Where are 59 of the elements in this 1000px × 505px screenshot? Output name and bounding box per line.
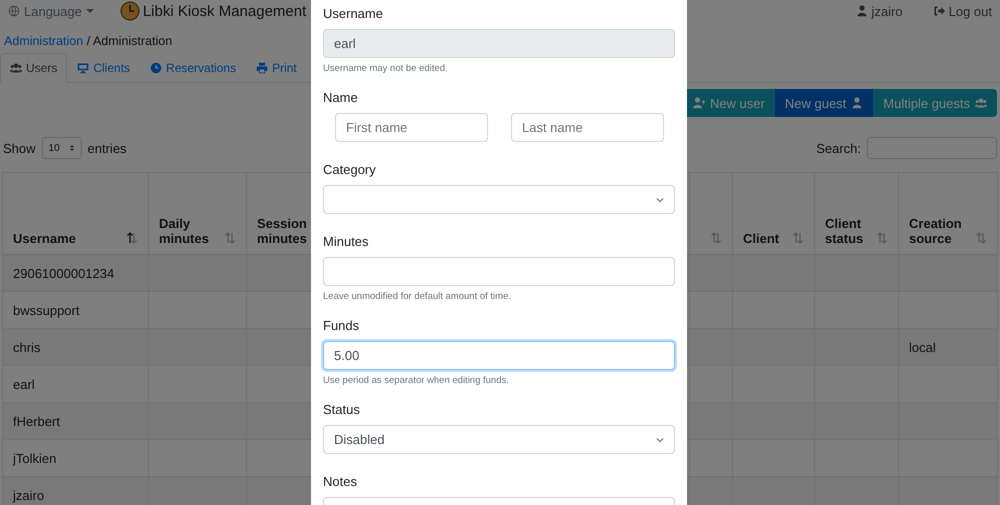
clock-icon [150,62,162,74]
help-text: Username may not be edited. [323,63,449,74]
select-field[interactable]: Disabled [323,425,675,454]
app-title: Libki Kiosk Management [142,2,306,20]
input-field[interactable]: Last name [511,113,664,142]
field-label: Notes [323,474,358,489]
column-header[interactable]: Username [13,231,76,246]
users-icon [10,62,22,74]
field-label: Username [323,6,384,21]
clock-icon [120,1,140,21]
printer-icon [256,62,268,74]
column-header[interactable]: Client [743,231,780,246]
chevron-down-icon [656,196,664,204]
breadcrumb-current: Administration [92,34,172,48]
table-cell: jTolkien [13,450,56,466]
entries-label: entries [88,140,127,156]
entries-select[interactable]: 10 [42,137,82,159]
table-cell: fHerbert [13,414,60,428]
user-link[interactable]: jzairo [856,4,903,18]
user-icon [856,5,868,17]
input-field[interactable] [323,257,675,286]
user-icon [851,97,864,109]
tab[interactable]: Users [0,53,68,83]
input-field[interactable]: 5.00 [323,341,675,370]
sort-icon[interactable] [126,232,138,244]
users-icon [975,97,987,109]
help-text: Leave unmodified for default amount of time. [323,291,512,302]
language-dropdown[interactable]: Language [8,4,94,18]
table-cell: local [909,340,936,354]
chevron-down-icon [656,436,664,444]
breadcrumb-link[interactable]: Administration [4,34,84,48]
field-label: Minutes [323,234,370,249]
caret-icon [86,8,94,14]
input-field[interactable]: First name [335,113,488,142]
user-plus-icon [692,97,705,109]
globe-icon [8,5,20,17]
tab[interactable]: Print [246,53,307,83]
logout-icon [932,5,945,17]
field-label: Category [323,162,377,177]
field-label: Name [323,90,359,105]
field-label: Status [323,402,361,417]
table-cell: bwssupport [13,302,80,318]
table-cell: jzairo [13,488,44,502]
logout-link[interactable]: Log out [932,4,992,18]
tab[interactable]: Reservations [140,53,246,83]
action-button[interactable]: New guest [774,89,874,117]
breadcrumb-separator: / [86,34,90,48]
tab[interactable]: Clients [67,53,140,83]
search-field[interactable] [867,137,997,159]
field-label: Funds [323,318,360,333]
monitor-icon [77,62,90,74]
select-field[interactable] [323,185,675,214]
show-label: Show [3,140,36,156]
help-text: Use period as separator when editing funds. [323,375,510,386]
stepper-icon [68,144,75,152]
table-cell: chris [13,340,40,354]
table-cell: earl [13,376,35,392]
table-cell: 29061000001234 [13,266,114,280]
search-label: Search: [816,140,861,156]
